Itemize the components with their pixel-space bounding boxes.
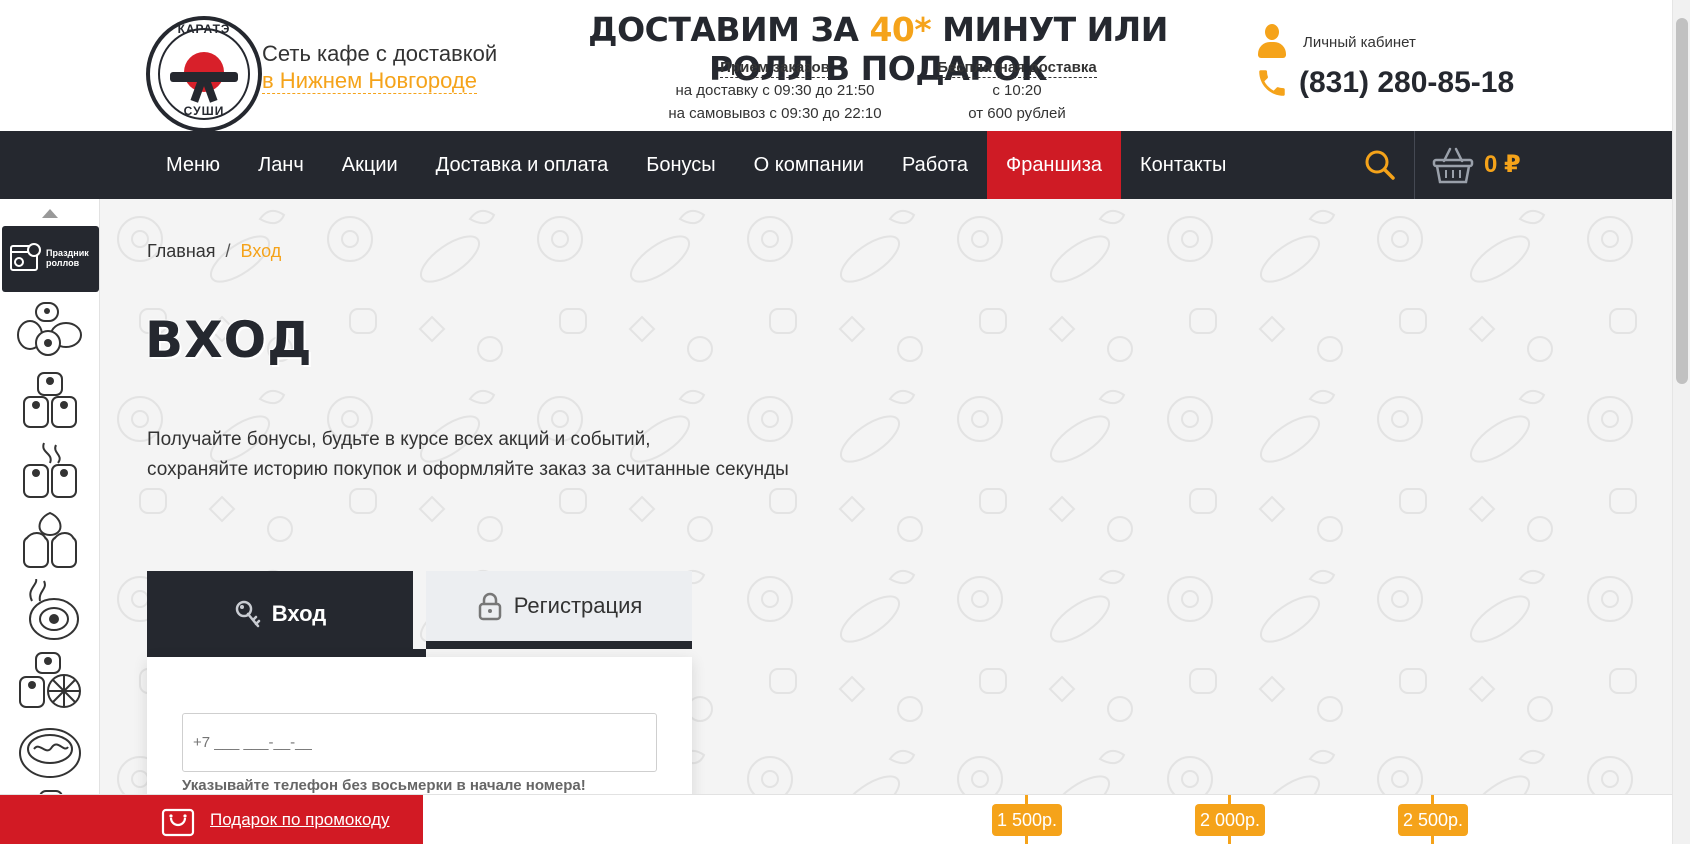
intro-line: сохраняйте историю покупок и оформляйте … — [147, 459, 789, 480]
phone-input[interactable] — [182, 713, 657, 772]
page-title: Вход — [145, 311, 313, 369]
auth-tabs: Вход Регистрация — [147, 571, 692, 657]
threshold-amount: 2 000р. — [1195, 804, 1265, 836]
nav-item-menu[interactable]: Меню — [147, 131, 239, 199]
nav-item-jobs[interactable]: Работа — [883, 131, 987, 199]
nav-divider — [1414, 131, 1415, 199]
order-hours-pickup: на самовывоз с 09:30 до 22:10 — [668, 105, 882, 122]
tempura-icon[interactable] — [14, 579, 86, 643]
gift-progress-bar: Подарок по промокоду 1 500р. 2 000р. 2 5… — [0, 794, 1672, 844]
free-delivery-min-order: от 600 рублей — [968, 105, 1066, 122]
intro-line: Получайте бонусы, будьте в курсе всех ак… — [147, 429, 651, 450]
breadcrumb-home[interactable]: Главная — [147, 241, 216, 261]
free-delivery-title[interactable]: Бесплатная доставка — [937, 59, 1097, 78]
promo-minutes: 40* — [869, 10, 932, 49]
sushi-set-icon[interactable] — [14, 299, 86, 363]
sidebar-item-holiday[interactable]: Праздник роллов — [2, 226, 99, 292]
main-content: Главная / Вход Вход Получайте бонусы, будь… — [100, 199, 1672, 794]
account-label: Личный кабинет — [1303, 33, 1416, 51]
nav-item-contacts[interactable]: Контакты — [1121, 131, 1245, 199]
intro-text: Получайте бонусы, будьте в курсе всех ак… — [147, 425, 789, 485]
main-nav: Меню Ланч Акции Доставка и оплата Бонусы… — [0, 131, 1672, 199]
breadcrumb-separator: / — [225, 241, 231, 261]
logo-text-top: КАРАТЭ — [177, 22, 231, 36]
logo[interactable]: КАРАТЭ СУШИ — [146, 16, 262, 132]
hot-rolls-icon[interactable] — [14, 439, 86, 503]
promo-code-label: Подарок по промокоду — [210, 810, 390, 829]
login-form: Указывайте телефон без восьмерки в начал… — [147, 657, 692, 794]
sidebar-holiday-label: Праздник роллов — [46, 248, 89, 268]
baked-rolls-icon[interactable] — [14, 509, 86, 573]
breadcrumb: Главная / Вход — [147, 241, 281, 262]
rolls-icon[interactable] — [14, 369, 86, 433]
promo-text: Доставим за — [588, 10, 870, 49]
logo-text-bottom: СУШИ — [183, 104, 225, 118]
free-delivery-info: Бесплатная доставка с 10:20 от 600 рубле… — [912, 56, 1122, 125]
lemon-rolls-icon[interactable] — [14, 649, 86, 713]
tab-login[interactable]: Вход — [147, 571, 413, 657]
nav-item-lunch[interactable]: Ланч — [239, 131, 323, 199]
phone-number: (831) 280-85-18 — [1299, 66, 1515, 99]
scrollbar-thumb[interactable] — [1676, 18, 1688, 384]
threshold-amount: 2 500р. — [1398, 804, 1468, 836]
nav-item-delivery[interactable]: Доставка и оплата — [417, 131, 628, 199]
sidebar-scroll-up-icon[interactable] — [42, 209, 58, 218]
phone-hint: Указывайте телефон без восьмерки в начал… — [182, 777, 586, 794]
tab-underline — [413, 649, 426, 657]
order-hours-title[interactable]: Прием заказов — [720, 59, 830, 78]
cart-total[interactable]: 0 ₽ — [1484, 131, 1521, 199]
nav-item-franchise[interactable]: Франшиза — [986, 131, 1121, 199]
promo-code-gift-button[interactable]: Подарок по промокоду — [0, 795, 423, 844]
category-sidebar: Праздник роллов — [0, 199, 100, 794]
phone-link[interactable]: (831) 280-85-18 — [1255, 66, 1514, 100]
phone-icon — [1259, 70, 1285, 96]
page-scrollbar[interactable] — [1672, 0, 1690, 844]
tab-login-label: Вход — [271, 601, 327, 626]
tab-register[interactable]: Регистрация — [426, 571, 692, 649]
breadcrumb-current: Вход — [240, 241, 282, 261]
nav-item-about[interactable]: О компании — [735, 131, 883, 199]
noodles-icon[interactable] — [14, 719, 86, 783]
free-delivery-time: с 10:20 — [992, 82, 1042, 99]
lock-icon — [478, 592, 501, 621]
city-selector[interactable]: в Нижнем Новгороде — [262, 68, 477, 94]
nav-items: Меню Ланч Акции Доставка и оплата Бонусы… — [147, 131, 1245, 199]
user-icon — [1257, 24, 1287, 60]
nav-item-promotions[interactable]: Акции — [323, 131, 417, 199]
calendar-roll-icon — [10, 243, 41, 271]
order-hours: Прием заказов на доставку с 09:30 до 21:… — [650, 56, 900, 125]
gift-bag-icon — [161, 808, 195, 837]
key-icon — [235, 600, 261, 628]
nav-item-bonuses[interactable]: Бонусы — [627, 131, 734, 199]
threshold-amount: 1 500р. — [992, 804, 1062, 836]
site-header: КАРАТЭ СУШИ Сеть кафе с доставкой в Нижн… — [0, 0, 1672, 132]
account-link[interactable]: Личный кабинет — [1257, 24, 1416, 60]
tagline: Сеть кафе с доставкой в Нижнем Новгороде — [262, 40, 497, 94]
tagline-text: Сеть кафе с доставкой — [262, 41, 498, 66]
search-icon[interactable] — [1364, 149, 1396, 181]
cart-icon[interactable] — [1432, 145, 1474, 185]
order-hours-delivery: на доставку с 09:30 до 21:50 — [675, 82, 875, 99]
tab-register-label: Регистрация — [513, 593, 643, 618]
